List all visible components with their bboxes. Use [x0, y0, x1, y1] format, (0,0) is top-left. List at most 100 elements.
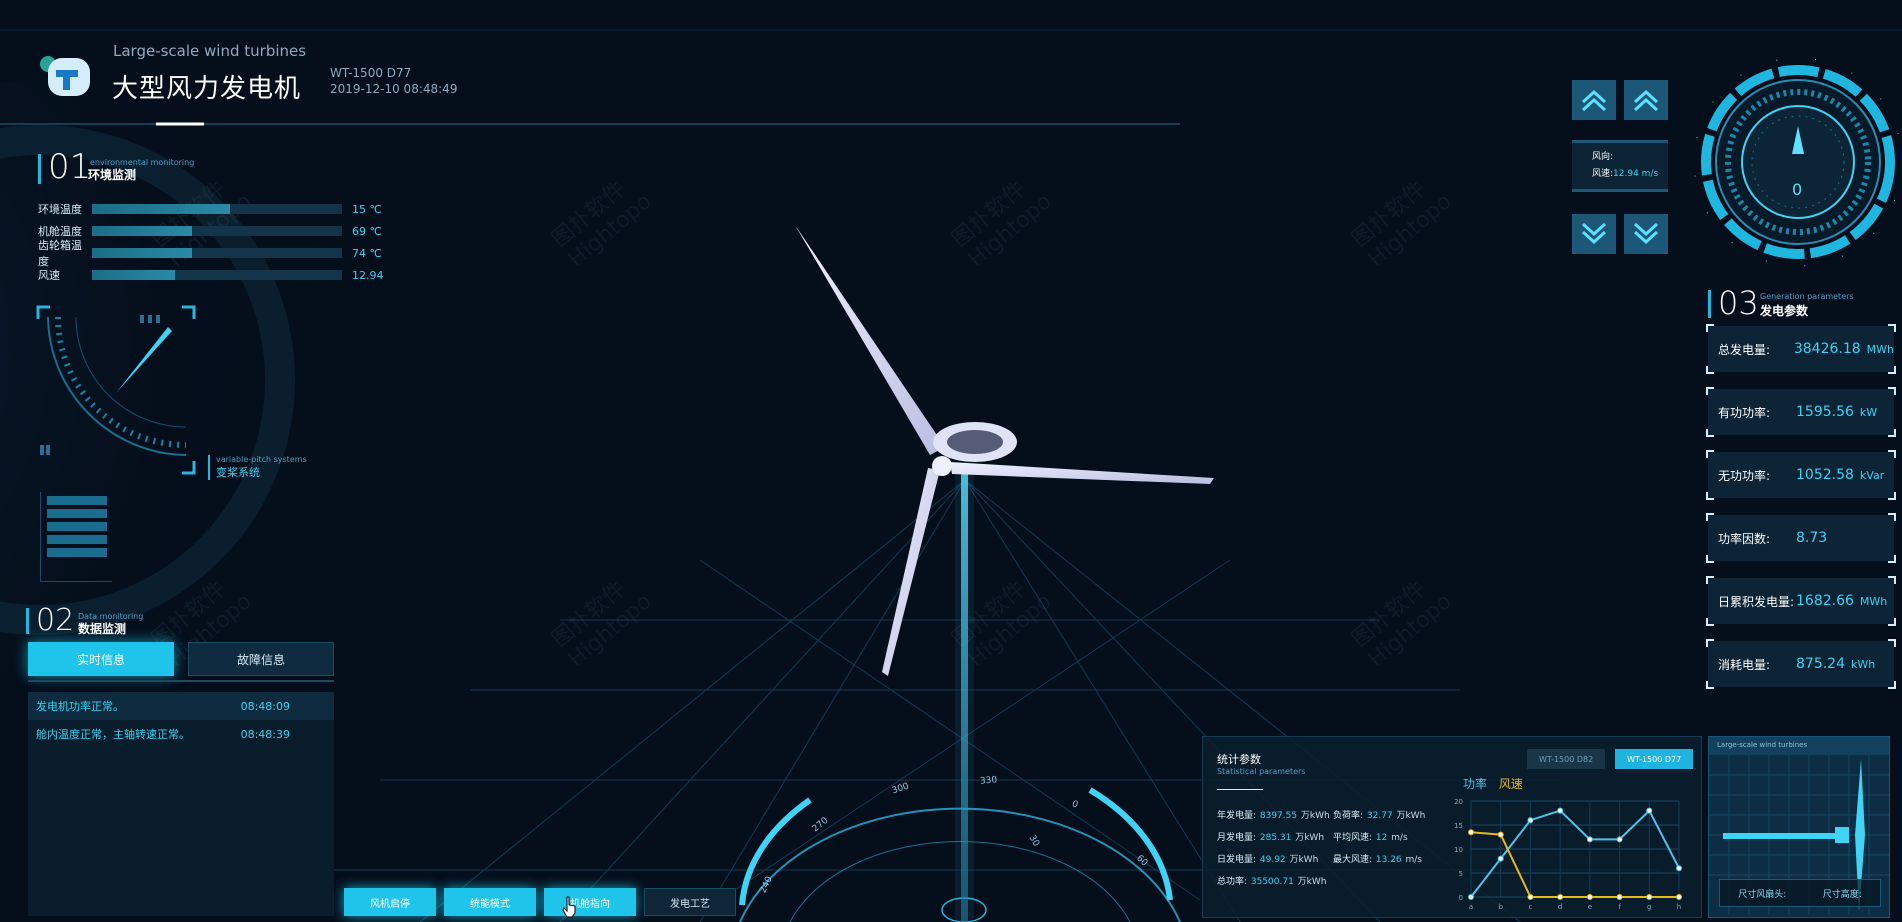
- message-list: 发电机功率正常。 08:48:09 舱内温度正常，主轴转速正常。 08:48:3…: [28, 692, 334, 916]
- env-value: 15 ℃: [352, 202, 382, 216]
- stats-row: 平均风速: 12 m/s: [1333, 833, 1408, 843]
- data-point: [1616, 836, 1623, 843]
- env-list: 环境温度 15 ℃ 机舱温度 69 ℃ 齿轮箱温度 74 ℃ 风速 12.94: [38, 198, 398, 286]
- card-corner: [1706, 324, 1714, 332]
- list-item[interactable]: 舱内温度正常，主轴转速正常。 08:48:39: [28, 720, 334, 748]
- x-tick-label: g: [1647, 903, 1651, 911]
- model-tab-d77[interactable]: WT-1500 D77: [1615, 749, 1694, 769]
- turbine-start-stop-button[interactable]: 风机启停: [344, 888, 436, 916]
- card-corner: [1706, 639, 1714, 647]
- stats-subtitle-en: Statistical parameters: [1217, 767, 1306, 776]
- env-bar-fill: [92, 248, 192, 258]
- generation-unit: MWh: [1866, 342, 1894, 356]
- double-chevron-down-icon: [1581, 222, 1607, 245]
- data-point: [1468, 829, 1474, 836]
- mouse-cursor-icon: [562, 896, 578, 918]
- pitch-gauge: [36, 305, 196, 475]
- series-line: [1470, 808, 1680, 898]
- turbine-model: WT-1500 D77: [330, 66, 412, 80]
- card-corner: [1706, 618, 1714, 626]
- wind-compass: 0: [1680, 50, 1902, 270]
- generation-label: 功率因数:: [1718, 531, 1771, 546]
- generation-unit: kW: [1859, 405, 1878, 419]
- pitch-label-en: variable-pitch systems: [216, 455, 307, 464]
- yaw-up-button[interactable]: [1624, 80, 1668, 120]
- generation-card: 功率因数: 8.73: [1706, 513, 1896, 563]
- wind-direction-label: 风向:: [1592, 152, 1614, 162]
- tab-realtime[interactable]: 实时信息: [28, 642, 174, 676]
- pitch-bar: [47, 548, 107, 557]
- compass-tick-label: 330: [979, 775, 998, 787]
- yaw-down-button[interactable]: [1624, 214, 1668, 254]
- env-bar-fill: [92, 204, 230, 214]
- mini-title: Large-scale wind turbines: [1717, 741, 1808, 749]
- card-corner: [1888, 513, 1896, 521]
- generation-label: 消耗电量:: [1718, 657, 1771, 672]
- stats-row: 负荷率: 32.77 万kWh: [1333, 811, 1426, 821]
- double-chevron-up-icon: [1581, 89, 1607, 112]
- x-tick-label: e: [1588, 903, 1592, 911]
- energy-mode-button[interactable]: 统能模式: [444, 888, 536, 916]
- generation-process-button[interactable]: 发电工艺: [644, 888, 736, 916]
- double-chevron-up-icon: [1633, 89, 1659, 112]
- data-point: [1527, 817, 1534, 824]
- generation-unit: kWh: [1851, 657, 1876, 671]
- section-number: 02: [36, 603, 75, 638]
- data-point: [1676, 894, 1682, 900]
- mini-labels: 尺寸风扇头: 尺寸高度:: [1719, 879, 1881, 907]
- data-point: [1497, 855, 1504, 862]
- generation-label: 无功功率:: [1718, 468, 1771, 483]
- data-monitoring-panel: 02 Data monitoring 数据监测 实时信息 故障信息 发电机功率正…: [26, 604, 336, 916]
- nacelle-direction-button[interactable]: 机舱指向: [544, 888, 636, 916]
- control-buttons: 风机启停 统能模式 机舱指向 发电工艺: [344, 888, 744, 918]
- wind-speed-value: 12.94 m/s: [1613, 169, 1659, 179]
- pitch-bar: [47, 496, 107, 505]
- env-bar-fill: [92, 226, 192, 236]
- compass-value: 0: [1792, 180, 1803, 199]
- tab-faults[interactable]: 故障信息: [188, 642, 334, 676]
- section-subtitle-en: Generation parameters: [1760, 292, 1854, 301]
- x-tick-label: c: [1528, 903, 1532, 911]
- generation-card: 日累积发电量: 1682.66 MWh: [1706, 576, 1896, 626]
- data-point: [1557, 807, 1564, 814]
- card-corner: [1706, 366, 1714, 374]
- stats-row: 月发电量: 285.31 万kWh: [1217, 833, 1325, 843]
- model-tab-d82[interactable]: WT-1500 D82: [1527, 749, 1606, 769]
- pitch-up-button[interactable]: [1572, 80, 1616, 120]
- list-item[interactable]: 发电机功率正常。 08:48:09: [28, 692, 334, 720]
- env-row: 齿轮箱温度 74 ℃: [38, 239, 398, 268]
- card-corner: [1888, 324, 1896, 332]
- mini-label-height: 尺寸高度:: [1822, 889, 1862, 900]
- section-accent-bar: [1708, 290, 1711, 318]
- section-accent-bar: [38, 154, 41, 184]
- stats-right-list: 负荷率: 32.77 万kWh 平均风速: 12 m/s 最大风速: 13.26…: [1333, 807, 1443, 873]
- section-title: 发电参数: [1760, 304, 1809, 318]
- message-time: 08:48:09: [240, 699, 290, 713]
- section-accent-bar: [26, 608, 29, 634]
- app-logo: [38, 48, 94, 98]
- legend-windspeed: 风速: [1498, 777, 1523, 791]
- wind-readout: 风向: 风速:12.94 m/s: [1572, 140, 1668, 192]
- pitch-gauge-graphic: [36, 305, 196, 475]
- env-row: 风速 12.94: [38, 264, 398, 286]
- x-tick-label: h: [1677, 903, 1681, 911]
- pitch-bar: [47, 535, 107, 544]
- env-value: 74 ℃: [352, 246, 382, 260]
- chart-legend: 功率 风速: [1463, 775, 1523, 792]
- header-subtitle: Large-scale wind turbines: [113, 42, 307, 60]
- pitch-down-button[interactable]: [1572, 214, 1616, 254]
- page-title: 大型风力发电机: [112, 74, 302, 104]
- generation-value: 1682.66: [1796, 593, 1854, 609]
- generation-value: 1052.58: [1796, 467, 1854, 483]
- header: Large-scale wind turbines 大型风力发电机 WT-150…: [38, 40, 538, 110]
- generation-value: 1595.56: [1796, 404, 1854, 420]
- data-point: [1616, 894, 1623, 900]
- card-corner: [1706, 492, 1714, 500]
- data-point: [1527, 894, 1534, 900]
- data-point: [1497, 831, 1504, 838]
- env-value: 12.94: [352, 268, 384, 282]
- env-monitoring-panel: 01 environmental monitoring 环境监测 环境温度 15…: [38, 150, 398, 290]
- card-corner: [1888, 555, 1896, 563]
- generation-card: 总发电量: 38426.18 MWh: [1706, 324, 1896, 374]
- env-row: 环境温度 15 ℃: [38, 198, 398, 220]
